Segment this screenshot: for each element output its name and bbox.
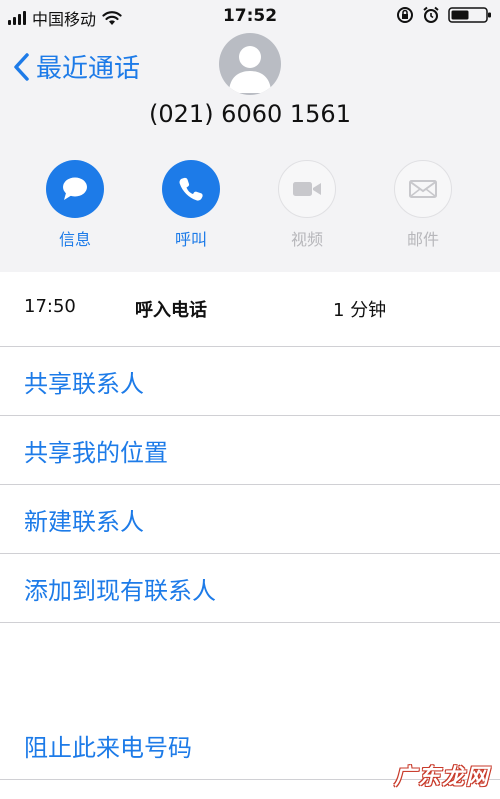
- call-log-type: 呼入电话: [135, 300, 207, 321]
- message-icon: [63, 177, 87, 200]
- call-button[interactable]: 呼叫: [151, 160, 231, 250]
- message-button[interactable]: 信息: [35, 160, 115, 250]
- video-button[interactable]: 视频: [267, 160, 347, 250]
- block-caller-label: 阻止此来电号码: [24, 734, 192, 762]
- call-log-time: 17:50: [24, 296, 76, 317]
- mail-label: 邮件: [406, 230, 439, 249]
- chevron-left-icon: [14, 52, 29, 81]
- mail-button-circle: [394, 160, 452, 218]
- share-location-label: 共享我的位置: [24, 439, 168, 467]
- back-label: 最近通话: [36, 54, 141, 84]
- call-label: 呼叫: [174, 230, 207, 249]
- person-icon: [229, 46, 271, 93]
- call-button-circle: [162, 160, 220, 218]
- video-button-circle: [278, 160, 336, 218]
- video-label: 视频: [290, 230, 323, 249]
- mail-button[interactable]: 邮件: [383, 160, 463, 250]
- message-button-circle: [46, 160, 104, 218]
- call-log-duration: 1 分钟: [333, 300, 387, 321]
- new-contact-option[interactable]: 新建联系人: [0, 484, 500, 554]
- status-bar: 中国移动 17:52: [0, 0, 500, 32]
- video-icon: [293, 182, 321, 196]
- add-to-existing-contact-option[interactable]: 添加到现有联系人: [0, 553, 500, 623]
- watermark-logo: 广东龙网: [393, 765, 490, 790]
- status-right: [396, 6, 492, 24]
- share-contact-label: 共享联系人: [24, 370, 144, 398]
- share-location-option[interactable]: 共享我的位置: [0, 415, 500, 485]
- battery-icon: [448, 7, 491, 23]
- call-log-row: 17:50 呼入电话 1 分钟: [0, 272, 500, 347]
- share-contact-option[interactable]: 共享联系人: [0, 346, 500, 416]
- message-label: 信息: [58, 230, 91, 249]
- add-to-existing-contact-label: 添加到现有联系人: [24, 577, 216, 605]
- alarm-icon: [423, 6, 439, 23]
- action-bar: 信息 呼叫 视频 邮件: [0, 160, 500, 260]
- phone-icon: [179, 177, 203, 201]
- back-button[interactable]: 最近通话: [12, 48, 140, 85]
- rotation-lock-icon: [397, 7, 413, 23]
- phone-number: (021) 6060 1561: [149, 100, 351, 128]
- mail-icon: [409, 180, 437, 198]
- avatar: [219, 33, 281, 95]
- new-contact-label: 新建联系人: [24, 508, 144, 536]
